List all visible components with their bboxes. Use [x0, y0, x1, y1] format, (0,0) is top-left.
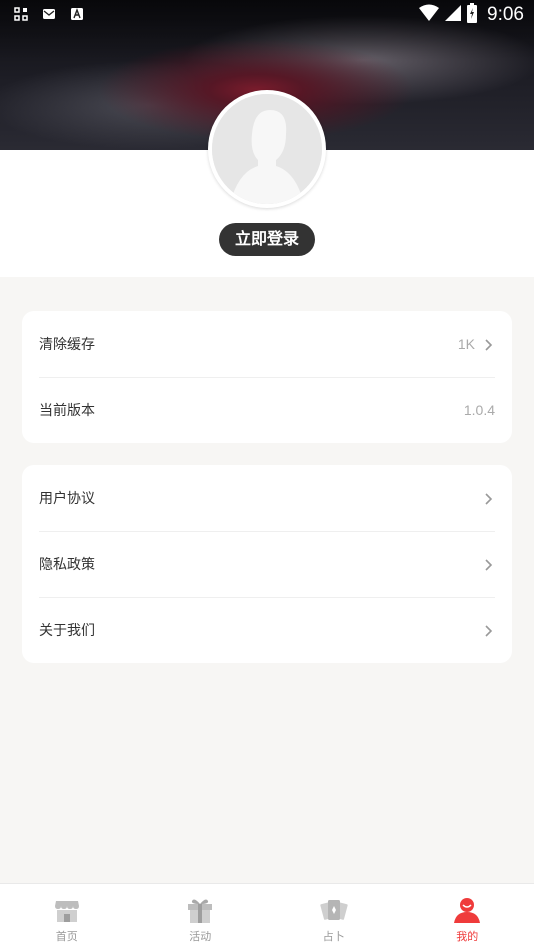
status-time: 9:06 [487, 4, 524, 25]
apps-grid-icon [14, 6, 28, 25]
wifi-icon [419, 4, 440, 26]
user-agreement-label: 用户协议 [39, 491, 95, 507]
home-icon [52, 895, 82, 925]
default-user-avatar-icon [212, 94, 322, 204]
about-us-label: 关于我们 [39, 623, 95, 639]
user-icon [452, 895, 482, 925]
app-version-label: 当前版本 [39, 403, 95, 419]
tab-mine-label: 我的 [456, 930, 479, 943]
tab-divination[interactable]: 占卜 [267, 884, 401, 950]
settings-card: 清除缓存 1K 当前版本 1.0.4 [22, 311, 512, 443]
battery-charging-icon [467, 3, 478, 27]
tab-activity-label: 活动 [189, 930, 212, 943]
info-card: 用户协议 隐私政策 关于我们 [22, 465, 512, 663]
user-agreement-row[interactable]: 用户协议 [22, 465, 512, 531]
tab-home-label: 首页 [55, 930, 78, 943]
app-version-value: 1.0.4 [463, 402, 495, 418]
tab-mine[interactable]: 我的 [401, 884, 534, 950]
cell-signal-icon [445, 4, 462, 26]
about-us-row[interactable]: 关于我们 [22, 597, 512, 663]
chevron-right-icon [481, 623, 495, 637]
tab-activity[interactable]: 活动 [134, 884, 268, 950]
privacy-policy-label: 隐私政策 [39, 557, 95, 573]
chevron-right-icon [481, 491, 495, 505]
privacy-policy-row[interactable]: 隐私政策 [22, 531, 512, 597]
login-button[interactable]: 立即登录 [219, 223, 315, 256]
gift-icon [185, 895, 215, 925]
clear-cache-label: 清除缓存 [39, 337, 95, 353]
chevron-right-icon [481, 557, 495, 571]
tab-home[interactable]: 首页 [0, 884, 134, 950]
font-a-icon [70, 6, 84, 25]
app-version-row: 当前版本 1.0.4 [22, 377, 512, 443]
chevron-right-icon [481, 337, 495, 351]
tab-divination-label: 占卜 [322, 930, 345, 943]
bottom-tab-bar: 首页 活动 占卜 我的 [0, 883, 534, 950]
tarot-cards-icon [319, 895, 349, 925]
status-bar: 9:06 [0, 0, 534, 28]
mail-icon [42, 6, 56, 25]
clear-cache-row[interactable]: 清除缓存 1K [22, 311, 512, 377]
avatar[interactable] [208, 90, 326, 208]
cache-size-value: 1K [457, 336, 475, 352]
